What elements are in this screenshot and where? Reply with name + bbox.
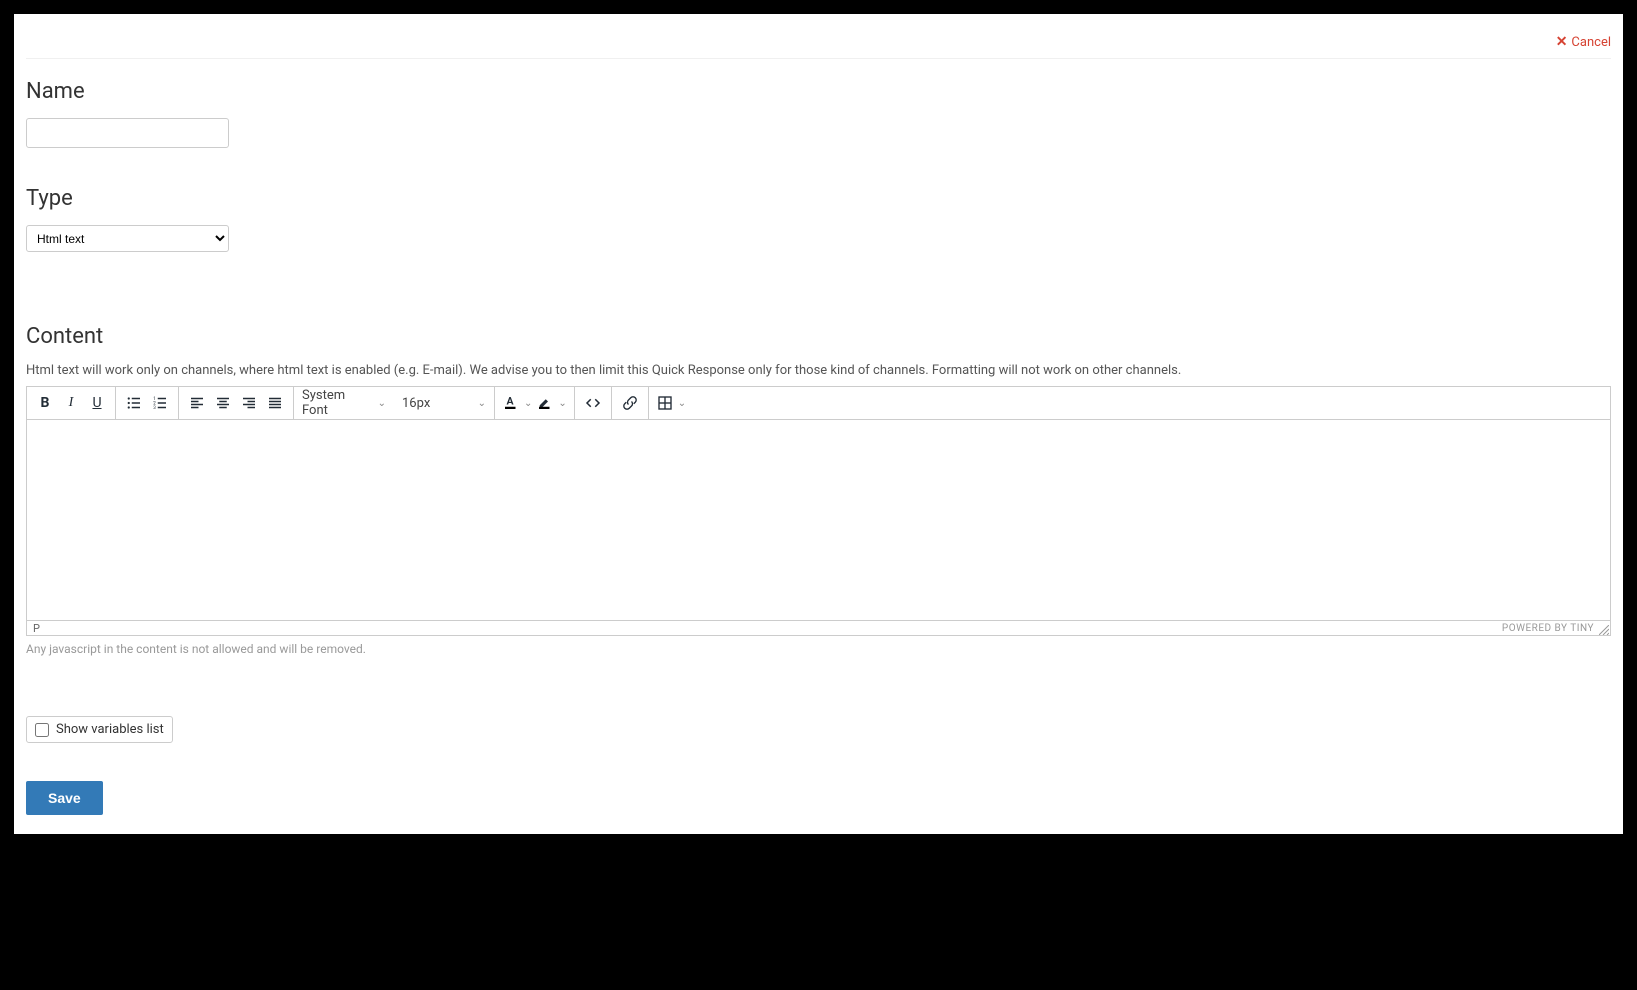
content-warning-text: Any javascript in the content is not all… <box>26 642 1611 656</box>
table-button[interactable]: ⌄ <box>654 387 688 419</box>
font-family-select[interactable]: System Font ⌄ <box>294 387 394 419</box>
bullet-list-icon <box>125 394 143 412</box>
table-icon <box>656 394 674 412</box>
code-icon <box>584 394 602 412</box>
bullet-list-button[interactable] <box>121 390 147 416</box>
resize-handle[interactable] <box>1599 625 1609 635</box>
editor-toolbar: B I U 123 <box>27 387 1610 420</box>
field-type: Type Html text <box>26 186 1611 252</box>
align-right-icon <box>240 394 258 412</box>
close-icon: ✕ <box>1556 34 1568 50</box>
toolbar-group-lists: 123 <box>116 387 179 419</box>
toolbar-group-table: ⌄ <box>649 387 693 419</box>
field-content: Content Html text will work only on chan… <box>26 324 1611 656</box>
toolbar-group-align <box>179 387 294 419</box>
underline-button[interactable]: U <box>84 390 110 416</box>
align-left-icon <box>188 394 206 412</box>
numbered-list-icon: 123 <box>151 394 169 412</box>
bold-button[interactable]: B <box>32 390 58 416</box>
italic-button[interactable]: I <box>58 390 84 416</box>
code-button[interactable] <box>580 390 606 416</box>
font-size-value: 16px <box>402 396 430 411</box>
powered-by-label: POWERED BY TINY <box>1502 623 1594 634</box>
align-right-button[interactable] <box>236 390 262 416</box>
name-label: Name <box>26 79 1611 104</box>
editor-content-area[interactable] <box>27 420 1610 620</box>
svg-text:A: A <box>507 395 515 408</box>
chevron-down-icon: ⌄ <box>524 398 532 409</box>
toolbar-group-link <box>612 387 649 419</box>
content-label: Content <box>26 324 1611 349</box>
align-center-button[interactable] <box>210 390 236 416</box>
svg-text:3: 3 <box>153 405 156 411</box>
chevron-down-icon: ⌄ <box>378 398 386 409</box>
show-variables-label[interactable]: Show variables list <box>56 722 164 737</box>
align-left-button[interactable] <box>184 390 210 416</box>
link-icon <box>621 394 639 412</box>
chevron-down-icon: ⌄ <box>478 398 486 409</box>
chevron-down-icon: ⌄ <box>558 398 566 409</box>
toolbar-group-color: A ⌄ ⌄ <box>495 387 575 419</box>
toolbar-group-code <box>575 387 612 419</box>
name-input[interactable] <box>26 118 229 148</box>
align-justify-icon <box>266 394 284 412</box>
cancel-button[interactable]: ✕ Cancel <box>1556 34 1611 50</box>
highlight-icon <box>536 394 554 412</box>
text-color-icon: A <box>502 394 520 412</box>
type-label: Type <box>26 186 1611 211</box>
field-name: Name <box>26 79 1611 148</box>
resize-icon <box>1599 625 1609 635</box>
toolbar-group-font: System Font ⌄ 16px ⌄ <box>294 387 495 419</box>
content-help-text: Html text will work only on channels, wh… <box>26 363 1611 378</box>
align-center-icon <box>214 394 232 412</box>
chevron-down-icon: ⌄ <box>678 398 686 409</box>
editor-path: P <box>33 622 40 635</box>
top-bar: ✕ Cancel <box>26 26 1611 59</box>
text-color-button[interactable]: A ⌄ <box>500 387 534 419</box>
toolbar-group-text-style: B I U <box>27 387 116 419</box>
cancel-label: Cancel <box>1571 35 1611 50</box>
font-size-select[interactable]: 16px ⌄ <box>394 387 494 419</box>
save-button[interactable]: Save <box>26 781 103 815</box>
numbered-list-button[interactable]: 123 <box>147 390 173 416</box>
type-select[interactable]: Html text <box>26 225 229 252</box>
editor-status-bar: P POWERED BY TINY <box>27 620 1610 635</box>
page-content: ✕ Cancel Name Type Html text Content Htm… <box>14 14 1623 834</box>
show-variables-checkbox-row[interactable]: Show variables list <box>26 716 173 743</box>
align-justify-button[interactable] <box>262 390 288 416</box>
rich-text-editor: B I U 123 <box>26 386 1611 636</box>
show-variables-checkbox[interactable] <box>35 723 49 737</box>
font-family-value: System Font <box>302 388 372 418</box>
link-button[interactable] <box>617 390 643 416</box>
highlight-color-button[interactable]: ⌄ <box>534 387 568 419</box>
